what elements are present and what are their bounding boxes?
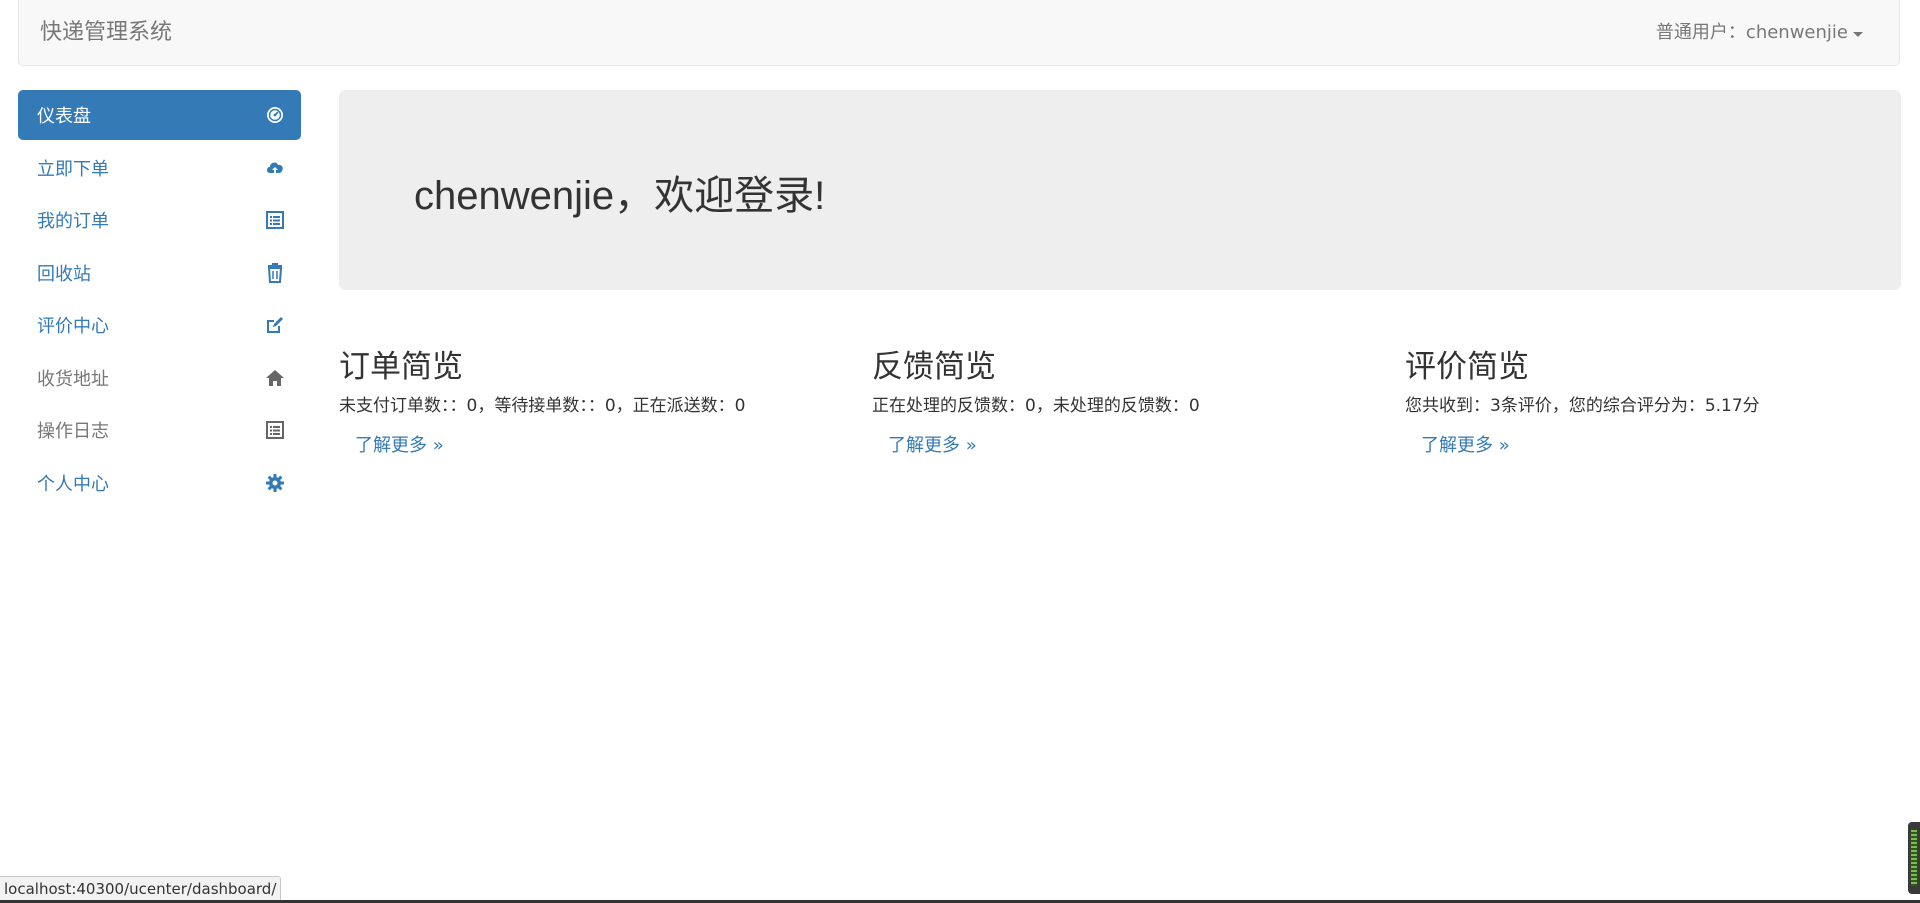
edit-icon [265, 315, 285, 335]
caret-down-icon [1853, 32, 1863, 37]
sidebar-item-my-orders[interactable]: 我的订单 [18, 195, 301, 245]
learn-more-link[interactable]: 了解更多 » [888, 433, 977, 459]
list-icon [265, 210, 285, 230]
list-icon [265, 420, 285, 440]
sidebar-item-place-order[interactable]: 立即下单 [18, 143, 301, 193]
feedback-summary-panel: 反馈简览 正在处理的反馈数：0，未处理的反馈数：0 了解更多 » [872, 345, 1372, 459]
panel-title: 订单简览 [339, 349, 463, 385]
sidebar-item-operation-log[interactable]: 操作日志 [18, 405, 301, 455]
panel-title: 反馈简览 [872, 349, 996, 385]
sidebar-item-label: 回收站 [37, 263, 91, 285]
order-summary-panel: 订单简览 未支付订单数：：0，等待接单数：：0，正在派送数：0 了解更多 » [339, 345, 839, 459]
home-icon [265, 368, 285, 388]
review-summary-panel: 评价简览 您共收到：3条评价，您的综合评分为：5.17分 了解更多 » [1405, 345, 1905, 459]
sidebar-item-label: 立即下单 [37, 158, 109, 180]
learn-more-link[interactable]: 了解更多 » [355, 433, 444, 459]
user-label: 普通用户：chenwenjie [1655, 22, 1848, 43]
learn-more-link[interactable]: 了解更多 » [1421, 433, 1510, 459]
sidebar-item-personal-center[interactable]: 个人中心 [18, 458, 301, 508]
panel-text: 未支付订单数：：0，等待接单数：：0，正在派送数：0 [339, 396, 746, 416]
meter-bars [1911, 830, 1917, 886]
brand-title[interactable]: 快递管理系统 [40, 19, 172, 47]
user-dropdown[interactable]: 普通用户：chenwenjie [1656, 21, 1863, 45]
top-navbar: 快递管理系统 普通用户：chenwenjie [18, 0, 1900, 66]
sidebar-item-label: 个人中心 [37, 473, 109, 495]
sidebar-item-shipping-address[interactable]: 收货地址 [18, 353, 301, 403]
dashboard-icon [265, 105, 285, 125]
sidebar-item-label: 收货地址 [37, 368, 109, 390]
sidebar-item-recycle-bin[interactable]: 回收站 [18, 248, 301, 298]
panel-text: 正在处理的反馈数：0，未处理的反馈数：0 [872, 396, 1200, 416]
panel-title: 评价简览 [1405, 349, 1529, 385]
welcome-jumbotron: chenwenjie，欢迎登录! [339, 90, 1901, 290]
trash-icon [265, 262, 285, 283]
status-bar-url: localhost:40300/ucenter/dashboard/ [0, 876, 282, 901]
volume-meter-widget[interactable] [1908, 822, 1920, 894]
sidebar-item-label: 我的订单 [37, 211, 109, 232]
sidebar-item-label: 操作日志 [37, 421, 109, 442]
gear-icon [265, 473, 285, 493]
cloud-upload-icon [265, 158, 285, 178]
sidebar-item-review-center[interactable]: 评价中心 [18, 300, 301, 350]
panel-text: 您共收到：3条评价，您的综合评分为：5.17分 [1405, 396, 1760, 416]
sidebar-item-dashboard[interactable]: 仪表盘 [18, 90, 301, 140]
sidebar-item-label: 评价中心 [37, 316, 109, 337]
welcome-heading: chenwenjie，欢迎登录! [414, 174, 826, 218]
sidebar-item-label: 仪表盘 [37, 106, 91, 127]
sidebar: 仪表盘 立即下单 我的订单 回收站 评价中心 收货地址 操作日志 个人中心 [18, 90, 301, 510]
